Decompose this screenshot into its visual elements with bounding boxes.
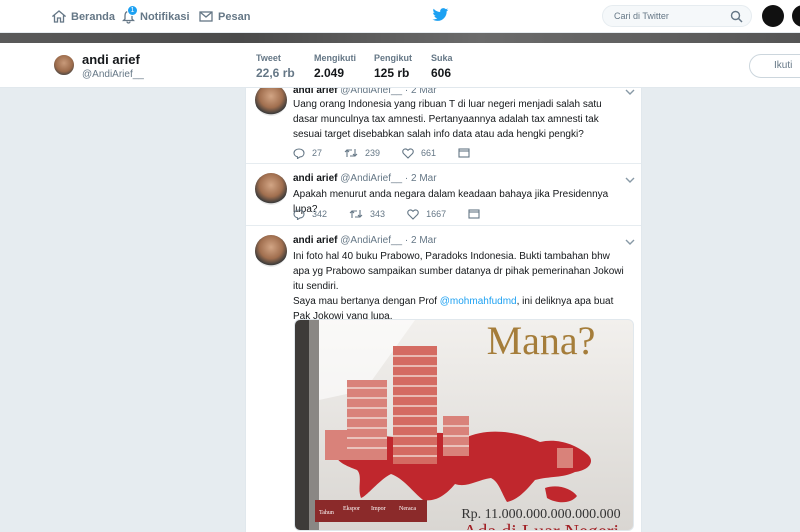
stat-followers-value: 125 rb	[374, 66, 410, 80]
reply-count: 342	[312, 209, 328, 219]
tweet-author-name[interactable]: andi arief	[293, 235, 337, 246]
tweet-avatar[interactable]	[255, 235, 287, 267]
tweet-author-handle: @AndiArief__	[340, 173, 403, 184]
notification-badge: 1	[127, 5, 138, 16]
tweet[interactable]: andi arief @AndiArief__ · 2 Mar Apakah m…	[246, 164, 641, 226]
retweet-count: 239	[365, 148, 381, 158]
top-navigation: Beranda Notifikasi 1 Pesan Cari di Twitt…	[0, 0, 800, 33]
tweet-image[interactable]: Mana? Tahun Ekspor Impor Neraca Rp. 11.0…	[294, 319, 634, 531]
tweet-date[interactable]: 2 Mar	[411, 173, 437, 184]
stat-likes-label: Suka	[431, 53, 453, 63]
tweet-date[interactable]: 2 Mar	[411, 235, 437, 246]
follow-button[interactable]: Ikuti	[749, 54, 800, 78]
tweet-separator: ·	[404, 88, 409, 96]
profile-banner	[0, 33, 800, 43]
tweet-date[interactable]: 2 Mar	[411, 88, 437, 96]
tweet-separator: ·	[404, 235, 409, 246]
stat-followers[interactable]: Pengikut 125 rb	[374, 53, 412, 80]
envelope-icon	[458, 148, 470, 158]
account-avatar[interactable]	[762, 5, 784, 27]
reply-icon	[293, 147, 305, 159]
nav-home[interactable]: Beranda	[52, 0, 115, 33]
chevron-down-icon[interactable]	[625, 176, 635, 184]
tweet-header: andi arief @AndiArief__ · 2 Mar	[293, 173, 437, 184]
money-map-image: Mana? Tahun Ekspor Impor Neraca Rp. 11.0…	[295, 320, 633, 531]
stat-following[interactable]: Mengikuti 2.049	[314, 53, 356, 80]
tweet-author-name[interactable]: andi arief	[293, 173, 337, 184]
nav-home-label: Beranda	[71, 10, 116, 23]
mention-link[interactable]: @mohmahfudmd	[440, 296, 517, 307]
nav-messages[interactable]: Pesan	[199, 0, 250, 33]
stat-following-label: Mengikuti	[314, 53, 356, 63]
tweet[interactable]: andi arief @AndiArief__ · 2 Mar Ini foto…	[246, 226, 641, 532]
profile-avatar[interactable]	[52, 53, 76, 77]
image-amount: Rp. 11.000.000.000.000.000	[461, 507, 620, 522]
heart-icon	[407, 208, 419, 220]
dm-button[interactable]	[458, 148, 477, 158]
timeline: andi arief @AndiArief__ · 2 Mar Uang ora…	[245, 88, 642, 532]
retweet-icon	[344, 149, 358, 157]
stat-likes-value: 606	[431, 66, 452, 80]
table-header-balance: Neraca	[399, 506, 416, 512]
stat-following-value: 2.049	[314, 66, 345, 80]
table-header-year: Tahun	[319, 510, 334, 516]
stat-tweets-value: 22,6 rb	[256, 66, 295, 80]
tweet[interactable]: andi arief @AndiArief__ · 2 Mar Uang ora…	[246, 88, 641, 164]
tweet-avatar[interactable]	[255, 88, 287, 116]
reply-button[interactable]: 342	[293, 208, 328, 220]
heart-icon	[402, 147, 414, 159]
stat-followers-label: Pengikut	[374, 53, 413, 63]
dm-button[interactable]	[468, 209, 487, 219]
tweet-header: andi arief @AndiArief__ · 2 Mar	[293, 88, 437, 96]
like-count: 661	[421, 148, 437, 158]
tweet-author-handle: @AndiArief__	[340, 235, 403, 246]
tweet-text-part: Saya mau bertanya dengan Prof	[293, 296, 440, 307]
image-caption: Ada di Luar Negeri	[463, 521, 619, 531]
envelope-icon	[199, 11, 213, 22]
stat-tweets[interactable]: Tweet 22,6 rb	[256, 53, 295, 80]
chevron-down-icon[interactable]	[625, 88, 635, 96]
like-button[interactable]: 1667	[407, 208, 447, 220]
profile-nav-bar: andi arief @AndiArief__ Tweet 22,6 rb Me…	[0, 43, 800, 88]
retweet-icon	[349, 210, 363, 218]
tweet-header: andi arief @AndiArief__ · 2 Mar	[293, 235, 437, 246]
reply-button[interactable]: 27	[293, 147, 323, 159]
tweet-actions: 27 239 661	[293, 146, 499, 160]
tweet-author-name[interactable]: andi arief	[293, 88, 337, 96]
table-header-export: Ekspor	[343, 506, 360, 512]
tweet-text: Uang orang Indonesia yang ribuan T di lu…	[293, 99, 602, 140]
like-count: 1667	[426, 209, 447, 219]
tweet-text: Ini foto hal 40 buku Prabowo, Paradoks I…	[293, 251, 624, 292]
tweet-separator: ·	[404, 173, 409, 184]
search-icon[interactable]	[730, 10, 743, 23]
retweet-button[interactable]: 239	[344, 148, 380, 158]
tweet-actions: 342 343 1667	[293, 207, 509, 221]
profile-handle: @AndiArief__	[82, 69, 144, 80]
nav-messages-label: Pesan	[218, 10, 251, 23]
reply-icon	[293, 208, 305, 220]
stat-tweets-label: Tweet	[256, 53, 281, 63]
search-placeholder: Cari di Twitter	[614, 11, 669, 21]
twitter-bird-icon[interactable]	[432, 8, 449, 22]
chevron-down-icon[interactable]	[625, 238, 635, 246]
nav-notifications-label: Notifikasi	[140, 10, 190, 23]
stat-likes[interactable]: Suka 606	[431, 53, 453, 80]
tweet-button[interactable]	[792, 5, 800, 27]
home-icon	[52, 10, 66, 23]
envelope-icon	[468, 209, 480, 219]
profile-name[interactable]: andi arief	[82, 52, 140, 67]
table-header-import: Impor	[371, 506, 386, 512]
retweet-count: 343	[370, 209, 386, 219]
search-input[interactable]: Cari di Twitter	[602, 5, 752, 27]
retweet-button[interactable]: 343	[349, 209, 385, 219]
tweet-author-handle: @AndiArief__	[340, 88, 403, 96]
like-button[interactable]: 661	[402, 147, 437, 159]
tweet-avatar[interactable]	[255, 173, 287, 205]
reply-count: 27	[312, 148, 323, 158]
image-headline: Mana?	[487, 320, 596, 363]
